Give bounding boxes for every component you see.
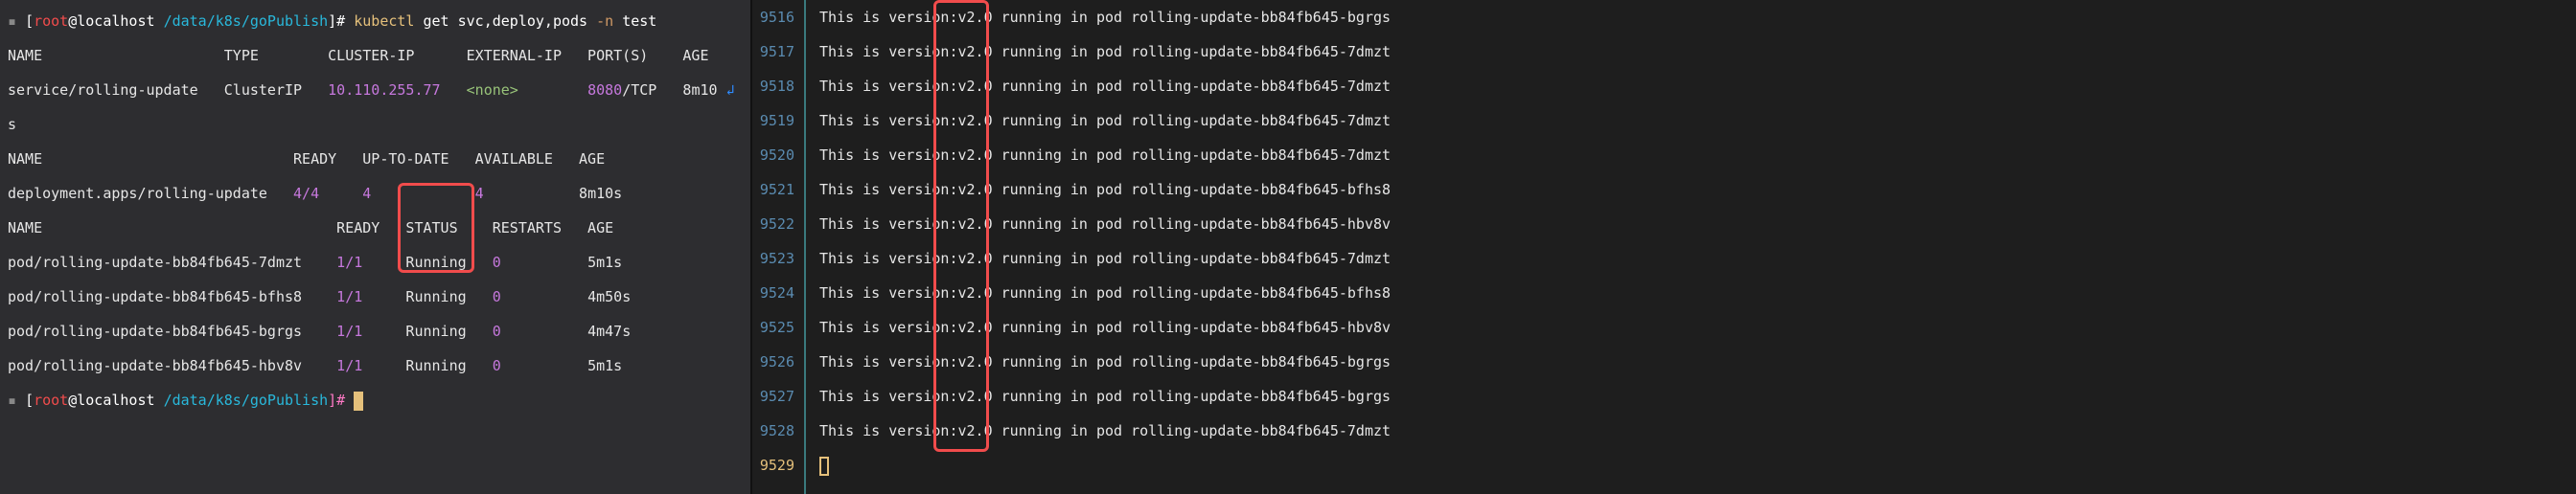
- line-number: 9527: [752, 379, 794, 414]
- cmd-bin: kubectl: [354, 12, 414, 30]
- svc-row: service/rolling-update ClusterIP 10.110.…: [8, 73, 743, 107]
- pod-status: Running: [405, 288, 466, 305]
- line-number: 9526: [752, 345, 794, 379]
- pod-name: pod/rolling-update-bb84fb645-bgrgs: [8, 323, 336, 340]
- log-line: This is version:v2.0 running in pod roll…: [819, 207, 2576, 241]
- terminal-right[interactable]: 9516951795189519952095219522952395249525…: [752, 0, 2576, 494]
- prompt-hash: ]#: [328, 12, 345, 30]
- pod-age: 4m50s: [587, 288, 631, 305]
- deploy-uptodate: 4: [362, 185, 371, 202]
- pod-age: 5m1s: [587, 254, 622, 271]
- svc-port: 8080: [587, 81, 622, 99]
- log-cursor: [819, 457, 829, 476]
- log-output: This is version:v2.0 running in pod roll…: [806, 0, 2576, 494]
- pod-ready: 1/1: [336, 357, 362, 374]
- prompt-path: /data/k8s/goPublish: [164, 12, 329, 30]
- pod-status: Running: [405, 323, 466, 340]
- terminal-left[interactable]: ▪ [root@localhost /data/k8s/goPublish]# …: [0, 0, 752, 494]
- pod-age: 5m1s: [587, 357, 622, 374]
- wrap-arrow-icon: ↲: [726, 81, 735, 99]
- log-line: This is version:v2.0 running in pod roll…: [819, 310, 2576, 345]
- terminal-cursor: [354, 392, 363, 411]
- line-number: 9522: [752, 207, 794, 241]
- pod-row: pod/rolling-update-bb84fb645-hbv8v 1/1 R…: [8, 348, 743, 383]
- svc-row-wrap: s: [8, 107, 743, 142]
- svc-cluster-ip: 10.110.255.77: [328, 81, 440, 99]
- line-number: 9529: [752, 448, 794, 483]
- line-number: 9528: [752, 414, 794, 448]
- cmd-ns: test: [622, 12, 656, 30]
- prompt-host: localhost: [77, 12, 154, 30]
- log-line: This is version:v2.0 running in pod roll…: [819, 103, 2576, 138]
- line-number: 9520: [752, 138, 794, 172]
- pod-restarts: 0: [493, 323, 501, 340]
- pod-row: pod/rolling-update-bb84fb645-bgrgs 1/1 R…: [8, 314, 743, 348]
- shell-prompt-idle[interactable]: ▪ [root@localhost /data/k8s/goPublish]#: [8, 383, 743, 417]
- cmd-args: get svc,deploy,pods: [424, 12, 588, 30]
- prompt-at: @: [68, 12, 77, 30]
- pod-name: pod/rolling-update-bb84fb645-bfhs8: [8, 288, 336, 305]
- line-number: 9524: [752, 276, 794, 310]
- pod-name: pod/rolling-update-bb84fb645-7dmzt: [8, 254, 336, 271]
- pod-restarts: 0: [493, 254, 501, 271]
- log-line-empty: [819, 448, 2576, 483]
- line-number: 9519: [752, 103, 794, 138]
- line-number: 9521: [752, 172, 794, 207]
- line-number: 9523: [752, 241, 794, 276]
- deploy-row: deployment.apps/rolling-update 4/4 4 4 8…: [8, 176, 743, 211]
- pod-ready: 1/1: [336, 254, 362, 271]
- pod-restarts: 0: [493, 357, 501, 374]
- svc-header: NAME TYPE CLUSTER-IP EXTERNAL-IP PORT(S)…: [8, 38, 743, 73]
- prompt-hash: ]#: [328, 392, 345, 409]
- pod-restarts: 0: [493, 288, 501, 305]
- shell-prompt-line: ▪ [root@localhost /data/k8s/goPublish]# …: [8, 4, 743, 38]
- pod-row: pod/rolling-update-bb84fb645-bfhs8 1/1 R…: [8, 280, 743, 314]
- pod-ready: 1/1: [336, 288, 362, 305]
- log-line: This is version:v2.0 running in pod roll…: [819, 379, 2576, 414]
- log-line: This is version:v2.0 running in pod roll…: [819, 414, 2576, 448]
- log-line: This is version:v2.0 running in pod roll…: [819, 34, 2576, 69]
- line-number: 9518: [752, 69, 794, 103]
- cmd-flag: -n: [596, 12, 613, 30]
- line-number: 9517: [752, 34, 794, 69]
- line-number: 9516: [752, 0, 794, 34]
- pod-age: 4m47s: [587, 323, 631, 340]
- pod-status: Running: [405, 254, 466, 271]
- pod-name: pod/rolling-update-bb84fb645-hbv8v: [8, 357, 336, 374]
- line-number-gutter: 9516951795189519952095219522952395249525…: [752, 0, 806, 494]
- deploy-available: 4: [475, 185, 484, 202]
- prompt-path: /data/k8s/goPublish: [164, 392, 329, 409]
- line-number: 9525: [752, 310, 794, 345]
- pod-row: pod/rolling-update-bb84fb645-7dmzt 1/1 R…: [8, 245, 743, 280]
- bullet: ▪: [8, 12, 25, 30]
- log-line: This is version:v2.0 running in pod roll…: [819, 69, 2576, 103]
- log-line: This is version:v2.0 running in pod roll…: [819, 172, 2576, 207]
- svc-external-ip: <none>: [467, 81, 518, 99]
- deploy-header: NAME READY UP-TO-DATE AVAILABLE AGE: [8, 142, 743, 176]
- deploy-ready: 4/4: [293, 185, 319, 202]
- prompt-user: root: [34, 12, 68, 30]
- pods-header: NAME READY STATUS RESTARTS AGE: [8, 211, 743, 245]
- prompt-host: localhost: [77, 392, 154, 409]
- log-line: This is version:v2.0 running in pod roll…: [819, 0, 2576, 34]
- log-line: This is version:v2.0 running in pod roll…: [819, 241, 2576, 276]
- pod-status: Running: [405, 357, 466, 374]
- log-line: This is version:v2.0 running in pod roll…: [819, 345, 2576, 379]
- log-line: This is version:v2.0 running in pod roll…: [819, 138, 2576, 172]
- pod-ready: 1/1: [336, 323, 362, 340]
- log-line: This is version:v2.0 running in pod roll…: [819, 276, 2576, 310]
- prompt-user: root: [34, 392, 68, 409]
